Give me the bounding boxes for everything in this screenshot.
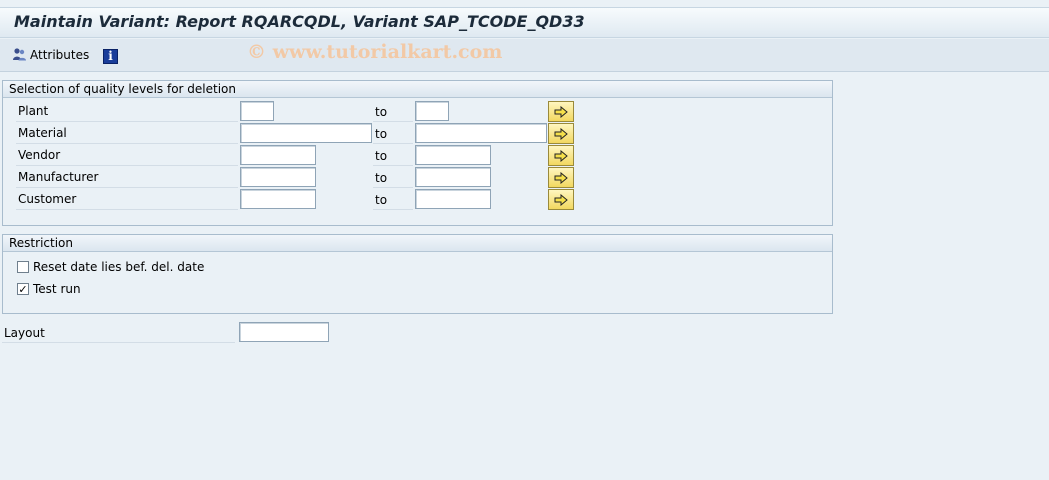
material-from-input[interactable] (240, 123, 372, 143)
material-multiple-selection-button[interactable] (548, 123, 574, 144)
selection-group-title: Selection of quality levels for deletion (3, 81, 832, 98)
plant-from-input[interactable] (240, 101, 274, 121)
layout-label: Layout (2, 323, 235, 343)
arrow-right-icon (554, 127, 568, 140)
page-title: Maintain Variant: Report RQARCQDL, Varia… (14, 12, 585, 31)
reset-date-option: Reset date lies bef. del. date (17, 258, 204, 276)
customer-row: Customer to (3, 189, 832, 211)
arrow-right-icon (554, 171, 568, 184)
material-to-input[interactable] (415, 123, 547, 143)
manufacturer-label: Manufacturer (16, 167, 238, 188)
vendor-to-label: to (373, 145, 413, 166)
vendor-row: Vendor to (3, 145, 832, 167)
watermark: © www.tutorialkart.com (247, 41, 503, 63)
layout-input[interactable] (239, 322, 329, 342)
customer-to-input[interactable] (415, 189, 491, 209)
manufacturer-to-input[interactable] (415, 167, 491, 187)
attributes-label: Attributes (30, 48, 90, 62)
arrow-right-icon (554, 149, 568, 162)
test-run-checkbox[interactable]: ✓ (17, 283, 29, 295)
plant-to-input[interactable] (415, 101, 449, 121)
plant-row: Plant to (3, 101, 832, 123)
material-to-label: to (373, 123, 413, 144)
vendor-from-input[interactable] (240, 145, 316, 165)
attributes-button[interactable]: Attributes (11, 45, 89, 65)
customer-label: Customer (16, 189, 238, 210)
material-label: Material (16, 123, 238, 144)
test-run-option: ✓ Test run (17, 280, 81, 298)
test-run-label: Test run (33, 282, 81, 296)
customer-from-input[interactable] (240, 189, 316, 209)
manufacturer-multiple-selection-button[interactable] (548, 167, 574, 188)
manufacturer-to-label: to (373, 167, 413, 188)
info-icon: i (103, 48, 118, 64)
info-button[interactable]: i (103, 46, 118, 66)
restriction-group-title: Restriction (3, 235, 832, 252)
attributes-icon (13, 48, 26, 61)
title-bar: Maintain Variant: Report RQARCQDL, Varia… (0, 7, 1049, 38)
selection-group: Selection of quality levels for deletion… (2, 80, 833, 226)
arrow-right-icon (554, 193, 568, 206)
arrow-right-icon (554, 105, 568, 118)
restriction-group: Restriction Reset date lies bef. del. da… (2, 234, 833, 314)
material-row: Material to (3, 123, 832, 145)
plant-multiple-selection-button[interactable] (548, 101, 574, 122)
reset-date-checkbox[interactable] (17, 261, 29, 273)
manufacturer-row: Manufacturer to (3, 167, 832, 189)
plant-label: Plant (16, 101, 238, 122)
customer-to-label: to (373, 189, 413, 210)
manufacturer-from-input[interactable] (240, 167, 316, 187)
vendor-to-input[interactable] (415, 145, 491, 165)
checkmark-icon: ✓ (18, 282, 28, 296)
vendor-multiple-selection-button[interactable] (548, 145, 574, 166)
customer-multiple-selection-button[interactable] (548, 189, 574, 210)
application-toolbar: Attributes i © www.tutorialkart.com (0, 39, 1049, 72)
reset-date-label: Reset date lies bef. del. date (33, 260, 205, 274)
plant-to-label: to (373, 101, 413, 122)
vendor-label: Vendor (16, 145, 238, 166)
